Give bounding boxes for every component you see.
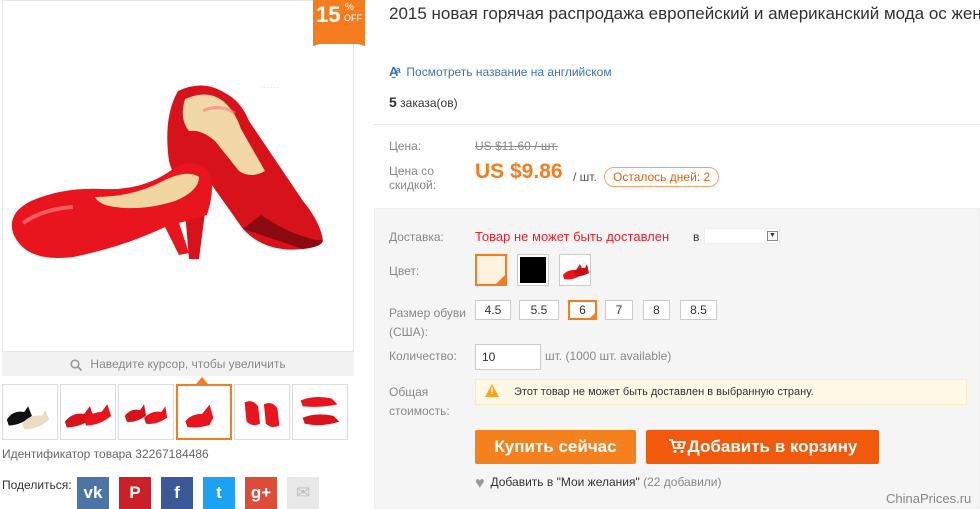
email-icon[interactable]: ✉ (287, 477, 319, 509)
warning-mark: ! (490, 386, 494, 396)
main-product-image[interactable]: · · · · · · (2, 0, 354, 352)
orders-number: 5 (389, 94, 397, 110)
sale-price-label: Цена со скидкой: (389, 164, 437, 192)
size-option-4-5[interactable]: 4.5 (475, 300, 511, 320)
discount-off: OFF (344, 13, 362, 23)
price-unit: / шт. (573, 170, 597, 184)
shipping-notice: ! Этот товар не может быть доставлен в в… (475, 379, 967, 405)
translate-link-text[interactable]: Посмотреть название на английском (406, 65, 611, 79)
shoes-thumbnail-icon (64, 404, 112, 428)
add-to-cart-label: Добавить в корзину (687, 437, 858, 456)
sale-price: US $9.86 (475, 160, 563, 183)
zoom-hint-bar: Наведите курсор, чтобы увеличить (2, 352, 354, 376)
thumbnail-3[interactable] (118, 384, 174, 440)
facebook-icon[interactable]: f (161, 477, 193, 509)
thumbnail-4[interactable] (176, 384, 232, 440)
thumbnail-5[interactable] (234, 384, 290, 440)
share-label: Поделиться: (2, 478, 72, 492)
shoes-thumbnail-icon (6, 406, 50, 430)
quantity-available: шт. (1000 шт. available) (545, 349, 672, 363)
heart-icon: ♥ (475, 475, 485, 492)
shoes-thumbnail-icon (185, 404, 214, 428)
product-id: Идентификатор товара 32267184486 (2, 447, 209, 461)
product-title: 2015 новая горячая распродажа европейски… (389, 4, 980, 23)
magnifier-icon (70, 359, 83, 371)
black-color-fill (520, 257, 546, 283)
svg-text:· · · · · ·: · · · · · · (261, 85, 278, 91)
add-to-cart-button[interactable]: Добавить в корзину (646, 430, 879, 464)
shipping-in: в (693, 230, 700, 244)
selected-tick-icon (589, 312, 596, 319)
color-swatch-red[interactable] (559, 254, 591, 286)
watermark: ChinaPrices.ru (886, 491, 972, 506)
discount-value: 15 (316, 2, 341, 27)
wishlist-label[interactable]: Добавить в "Мои желания" (491, 475, 640, 489)
price-label: Цена: (389, 139, 422, 153)
google-plus-icon[interactable]: g+ (245, 477, 277, 509)
thumbnail-6[interactable] (292, 384, 348, 440)
pinterest-icon[interactable]: P (119, 477, 151, 509)
twitter-icon[interactable]: t (203, 477, 235, 509)
size-option-6[interactable]: 6 (568, 300, 597, 320)
translate-icon: A̱ͣ (389, 64, 399, 79)
quantity-input[interactable] (475, 344, 541, 370)
quantity-label: Количество: (389, 349, 457, 363)
orders-label: заказа(ов) (400, 96, 458, 110)
wishlist-link[interactable]: ♥ Добавить в "Мои желания" (22 добавили) (475, 475, 722, 493)
cart-icon (668, 439, 686, 453)
size-option-5-5[interactable]: 5.5 (519, 300, 559, 320)
size-option-6-label: 6 (579, 303, 586, 317)
buy-now-button[interactable]: Купить сейчас (475, 430, 636, 464)
country-select[interactable]: ▼ (704, 228, 780, 244)
zoom-hint-text: Наведите курсор, чтобы увеличить (90, 357, 286, 371)
divider (374, 124, 980, 125)
shipping-label: Доставка: (389, 230, 444, 244)
shoes-thumbnail-icon (300, 396, 340, 426)
discount-badge-tail (313, 38, 365, 46)
shoes-thumbnail-icon (244, 401, 280, 428)
color-swatch-black[interactable] (517, 254, 549, 286)
original-price: US $11.60 / шт. (475, 139, 558, 153)
vk-icon[interactable]: vk (77, 477, 109, 509)
shoes-thumbnail-icon (124, 404, 168, 424)
thumbnail-2[interactable] (60, 384, 116, 440)
orders-count: 5 заказа(ов) (389, 94, 458, 110)
red-shoe-icon (563, 264, 589, 280)
translate-link[interactable]: A̱ͣ Посмотреть название на английском (389, 64, 612, 79)
size-option-7[interactable]: 7 (605, 300, 633, 320)
selected-tick-icon (496, 275, 505, 284)
days-left-badge: Осталось дней: 2 (604, 167, 720, 187)
thumbnail-1[interactable] (2, 384, 58, 440)
active-thumb-caret (196, 377, 208, 384)
shipping-warning: Товар не может быть доставлен (475, 229, 670, 244)
color-swatch-beige[interactable] (475, 254, 507, 286)
discount-percent: % (345, 2, 354, 13)
shipping-notice-text: Этот товар не может быть доставлен в выб… (514, 386, 814, 398)
size-option-8[interactable]: 8 (643, 300, 670, 320)
red-shoes-illustration: · · · · · · (11, 85, 323, 259)
thumbnail-strip (2, 384, 354, 440)
chevron-down-icon[interactable]: ▼ (767, 231, 778, 241)
wishlist-count: (22 добавили) (643, 475, 722, 489)
size-option-8-5[interactable]: 8.5 (680, 300, 717, 320)
size-label: Размер обуви (США): (389, 306, 466, 339)
color-label: Цвет: (389, 264, 420, 278)
total-label: Общая стоимость: (389, 385, 450, 418)
